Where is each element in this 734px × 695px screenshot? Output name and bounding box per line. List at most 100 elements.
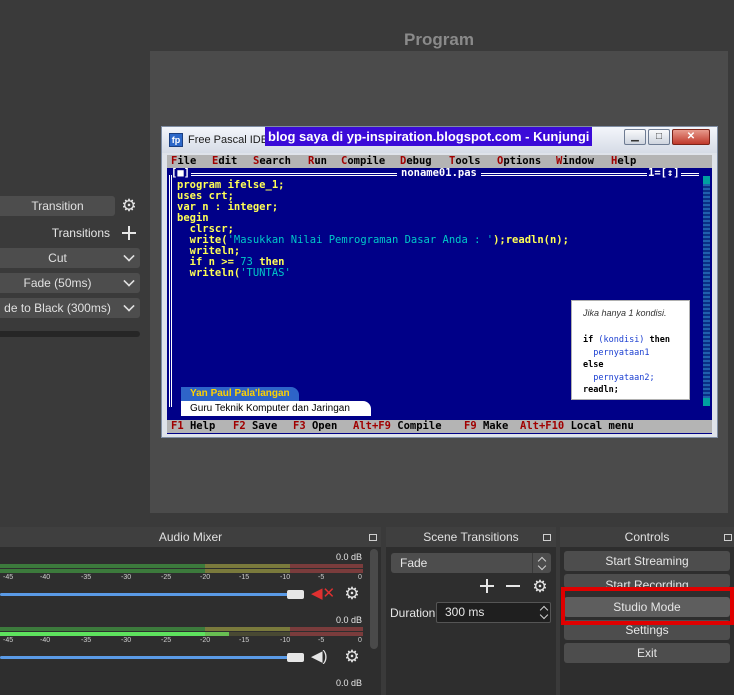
dropdown-value: Fade (50ms) [23, 276, 92, 290]
code-line: begin [177, 212, 209, 224]
channel-db: 0.0 dB [336, 552, 363, 562]
channel-db: 0.0 dB [336, 615, 363, 625]
editor-filename: noname01.pas [397, 168, 481, 179]
dropdown-value: de to Black (300ms) [4, 301, 111, 315]
close-icon: ✕ [672, 129, 710, 145]
transition-fade-dropdown[interactable]: Fade (50ms) [0, 273, 140, 293]
add-icon[interactable] [479, 578, 495, 594]
fp-menu-item: Window [556, 155, 594, 167]
note-token: then [649, 335, 671, 345]
duration-spinner-icon[interactable] [537, 602, 551, 623]
remove-icon[interactable] [505, 578, 521, 594]
code-line: var n : integer; [177, 201, 279, 213]
tick-label: -5 [318, 574, 325, 581]
meter-ticks: -45 -40 -35 -30 -25 -20 -15 -10 -5 0 [0, 574, 365, 584]
fp-status-item: F3 Open [293, 420, 338, 432]
tick-label: -25 [161, 574, 172, 581]
volume-slider-track[interactable] [0, 656, 292, 659]
gear-icon[interactable]: ⚙ [342, 647, 362, 667]
tick-label: -45 [3, 574, 14, 581]
transition-cut-dropdown[interactable]: Cut [0, 248, 140, 268]
tick-label: -25 [161, 637, 172, 644]
duration-label: Duration [390, 606, 436, 620]
transition-select[interactable]: Fade [391, 553, 551, 573]
tick-label: -10 [280, 574, 291, 581]
fp-status-item: Alt+F10 Local menu [520, 420, 634, 432]
fp-menu-item: Options [497, 155, 542, 167]
note-box: Jika hanya 1 kondisi. if (kondisi) then … [571, 300, 690, 400]
tick-label: -15 [239, 574, 250, 581]
window-number: 1=[↕] [647, 167, 681, 179]
meter-segment [205, 627, 290, 631]
note-code: if (kondisi) then pernyataan1 else perny… [583, 334, 670, 397]
gear-icon[interactable]: ⚙ [342, 584, 362, 604]
transition-button[interactable]: Transition [0, 196, 115, 216]
fp-menu-item: Edit [212, 155, 238, 167]
code-string: 'Masukkan Nilai Pemrograman Dasar Anda :… [227, 234, 494, 246]
transition-select-value: Fade [400, 556, 428, 570]
meter-segment [205, 569, 290, 573]
scroll-up-icon [703, 176, 710, 184]
code-token: writeln( [177, 267, 241, 279]
note-token: readln; [583, 385, 619, 395]
muted-speaker-icon[interactable]: ◀✕ [311, 585, 335, 603]
fp-titlebar: fp Free Pascal IDE blog saya di yp-inspi… [162, 127, 717, 153]
note-token: pernyataan2; [583, 372, 655, 383]
float-icon[interactable] [724, 534, 732, 541]
lower-third-role: Guru Teknik Komputer dan Jaringan [181, 401, 371, 416]
exit-button[interactable]: Exit [564, 643, 730, 663]
meter-segment [205, 564, 290, 568]
code-line: write('Masukkan Nilai Pemrograman Dasar … [177, 235, 697, 246]
fp-window-title: Free Pascal IDE [188, 134, 269, 146]
float-icon[interactable] [369, 534, 377, 541]
chevron-down-icon [123, 250, 135, 262]
scene-transitions-title: Scene Transitions [386, 527, 556, 547]
minimize-icon: ▁ [624, 129, 646, 145]
blog-banner: blog saya di yp-inspiration.blogspot.com… [265, 127, 593, 146]
start-recording-button[interactable]: Start Recording [564, 574, 730, 588]
highlight-box [561, 587, 734, 625]
note-title: Jika hanya 1 kondisi. [583, 308, 667, 318]
controls-title: Controls [560, 527, 734, 547]
note-token: if [583, 335, 594, 345]
fp-menu-item: Run [308, 155, 327, 167]
code-line: program ifelse_1; [177, 179, 285, 191]
note-token: else [583, 360, 604, 370]
tbar-slider[interactable] [0, 331, 140, 337]
mixer-scrollbar[interactable] [370, 549, 378, 649]
tick-label: 0 [358, 574, 362, 581]
scroll-down-icon [703, 398, 710, 406]
volume-slider-handle[interactable] [287, 653, 304, 662]
fp-status-item: Alt+F9 Compile [353, 420, 442, 432]
code-token: );readln(n); [493, 234, 569, 246]
tick-label: -30 [121, 637, 132, 644]
gear-icon[interactable]: ⚙ [530, 577, 550, 597]
volume-slider-track[interactable] [0, 593, 292, 596]
duration-input[interactable]: 300 ms [436, 602, 551, 623]
program-title: Program [404, 30, 474, 49]
start-streaming-button[interactable]: Start Streaming [564, 551, 730, 571]
fp-menu-item: Help [611, 155, 637, 167]
free-pascal-logo-icon: fp [169, 133, 183, 147]
add-icon[interactable] [121, 225, 137, 241]
tick-label: -30 [121, 574, 132, 581]
close-box-icon: [■] [170, 167, 191, 179]
meter-level [0, 632, 229, 636]
speaker-icon[interactable]: ◀) [311, 648, 335, 666]
channel-db: 0.0 dB [336, 678, 363, 688]
meter-segment [290, 627, 363, 631]
maximize-icon: □ [648, 129, 670, 145]
gear-icon[interactable]: ⚙ [118, 196, 140, 216]
lower-third-name: Yan Paul Pala'langan [181, 387, 299, 401]
tick-label: -5 [318, 637, 325, 644]
fp-status-item: F2 Save [233, 420, 278, 432]
transition-fade-black-dropdown[interactable]: de to Black (300ms) [0, 298, 140, 318]
code-line: writeln('TUNTAS' [177, 268, 697, 279]
fp-status-item: F1 Help [171, 420, 216, 432]
editor-code: program ifelse_1; uses crt; var n : inte… [177, 180, 697, 279]
tick-label: -10 [280, 637, 291, 644]
dropdown-value: Cut [48, 251, 67, 265]
float-icon[interactable] [543, 534, 551, 541]
volume-slider-handle[interactable] [287, 590, 304, 599]
meter-segment [0, 627, 205, 631]
